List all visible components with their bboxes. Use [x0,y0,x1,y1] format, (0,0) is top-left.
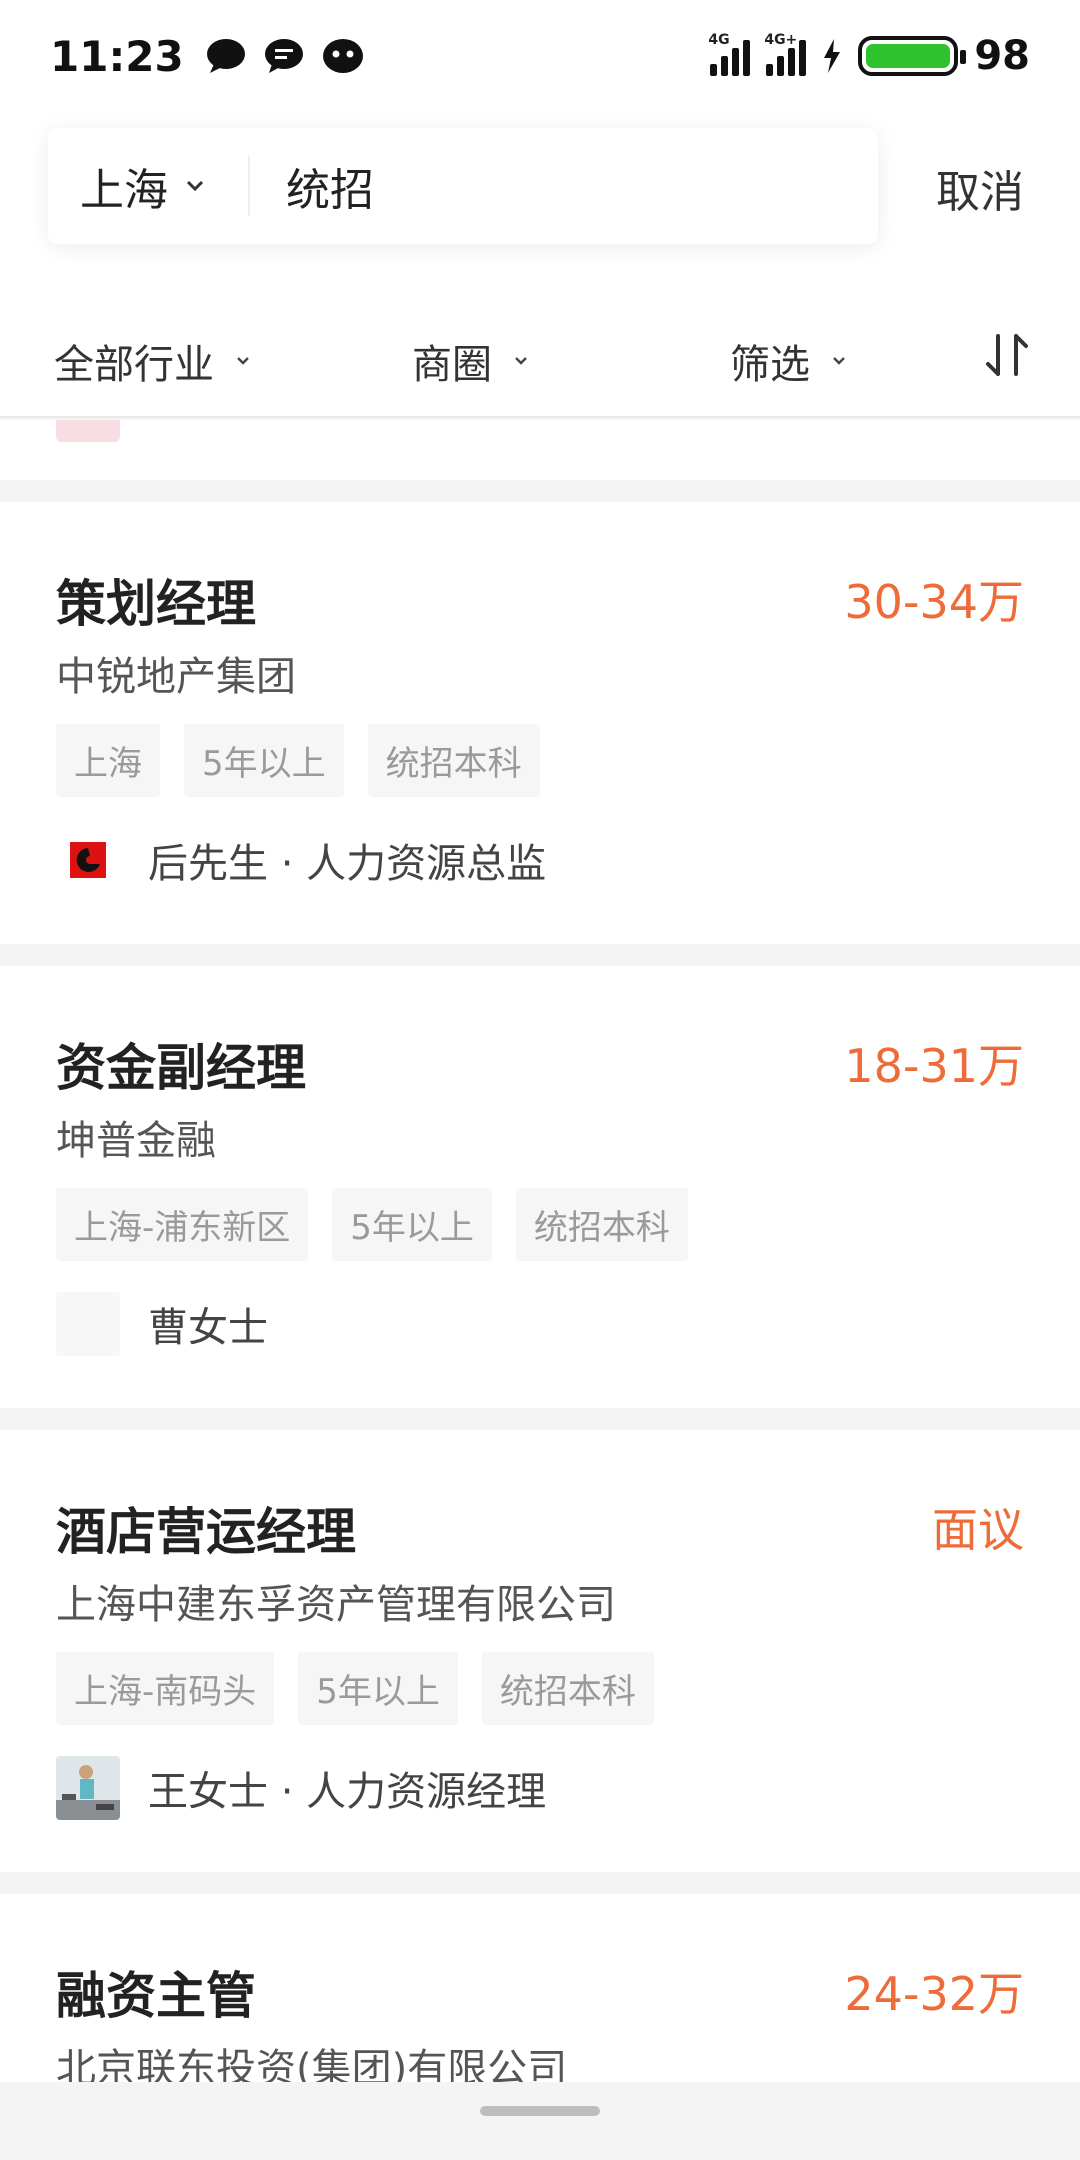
job-title: 资金副经理 [56,1039,306,1097]
filter-bar: 全部行业 商圈 筛选 [0,290,1080,418]
avatar [56,828,120,892]
status-right: 4G 4G+ 98 [708,32,1030,79]
job-salary: 18-31万 [844,1039,1024,1093]
job-salary: 24-32万 [844,1967,1024,2021]
notification-icons [206,37,364,75]
battery-icon [858,36,967,76]
recruiter-name: 王女士 · 人力资源经理 [148,1769,547,1815]
status-bar: 11:23 4G 4G+ 98 [0,0,1080,112]
more-filter-label: 筛选 [730,342,810,388]
job-tag: 统招本科 [481,1652,654,1725]
job-salary: 面议 [932,1503,1024,1557]
company-logo [56,420,120,442]
job-tag: 统招本科 [515,1188,688,1261]
recruiter: 曹女士 [56,1292,268,1356]
recruiter-name: 后先生 · 人力资源总监 [148,841,547,887]
status-time: 11:23 [50,31,184,81]
search-header: 上海 取消 [0,112,1080,290]
city-label: 上海 [80,165,168,216]
job-tags: 上海 5年以上 统招本科 [56,724,540,797]
home-indicator[interactable] [480,2106,600,2116]
search-input[interactable] [286,160,846,212]
search-box: 上海 [48,128,878,244]
company-name: 北京联东投资(集团)有限公司 [56,2046,568,2082]
message-icon [206,39,245,73]
app-icon [322,39,363,73]
job-card[interactable]: 资金副经理 18-31万 坤普金融 上海-浦东新区 5年以上 统招本科 曹女士 [0,966,1080,1408]
job-title: 策划经理 [56,575,256,633]
chevron-down-icon [515,357,527,365]
job-tag: 5年以上 [332,1188,492,1261]
more-filter[interactable]: 筛选 [730,332,846,390]
job-tags: 上海-浦东新区 5年以上 统招本科 [56,1188,688,1261]
chevron-down-icon [186,180,204,192]
company-name: 中锐地产集团 [56,654,296,700]
company-name: 上海中建东孚资产管理有限公司 [56,1582,616,1628]
job-tag: 5年以上 [298,1652,458,1725]
job-card[interactable]: 酒店营运经理 面议 上海中建东孚资产管理有限公司 上海-南码头 5年以上 统招本… [0,1430,1080,1872]
sort-icon[interactable] [982,330,1032,380]
divider [248,156,250,216]
avatar [56,1292,120,1356]
job-title: 酒店营运经理 [56,1503,356,1561]
avatar [56,1756,120,1820]
battery-level: 98 [974,33,1030,79]
job-tag: 5年以上 [184,724,344,797]
recruiter-name: 曹女士 [148,1305,268,1351]
recruiter: 王女士 · 人力资源经理 [56,1756,546,1820]
job-salary: 30-34万 [844,575,1024,629]
charging-icon [824,39,841,73]
company-name: 坤普金融 [56,1118,216,1164]
signal-1-icon: 4G [708,32,751,76]
job-card[interactable]: 融资主管 24-32万 北京联东投资(集团)有限公司 [0,1894,1080,2082]
job-tag: 上海-南码头 [56,1652,275,1725]
industry-filter-label: 全部行业 [54,342,214,388]
recruiter: 后先生 · 人力资源总监 [56,828,546,892]
cancel-button[interactable]: 取消 [936,156,1024,220]
industry-filter[interactable]: 全部行业 [54,332,250,390]
chat-icon [264,39,303,73]
district-filter[interactable]: 商圈 [412,332,528,390]
city-selector[interactable]: 上海 [48,154,248,218]
job-tag: 统招本科 [367,724,540,797]
job-card[interactable]: 策划经理 30-34万 中锐地产集团 上海 5年以上 统招本科 后先生 · 人力… [0,502,1080,944]
partial-card [0,420,1080,480]
job-tag: 上海 [56,724,160,797]
job-title: 融资主管 [56,1967,256,2025]
battery-fill [866,44,951,68]
job-list: 策划经理 30-34万 中锐地产集团 上海 5年以上 统招本科 后先生 · 人力… [0,420,1080,2082]
job-tag: 上海-浦东新区 [56,1188,309,1261]
chevron-down-icon [833,357,845,365]
signal-2-icon: 4G+ [764,32,807,76]
chevron-down-icon [237,357,249,365]
district-filter-label: 商圈 [412,342,492,388]
job-tags: 上海-南码头 5年以上 统招本科 [56,1652,654,1725]
